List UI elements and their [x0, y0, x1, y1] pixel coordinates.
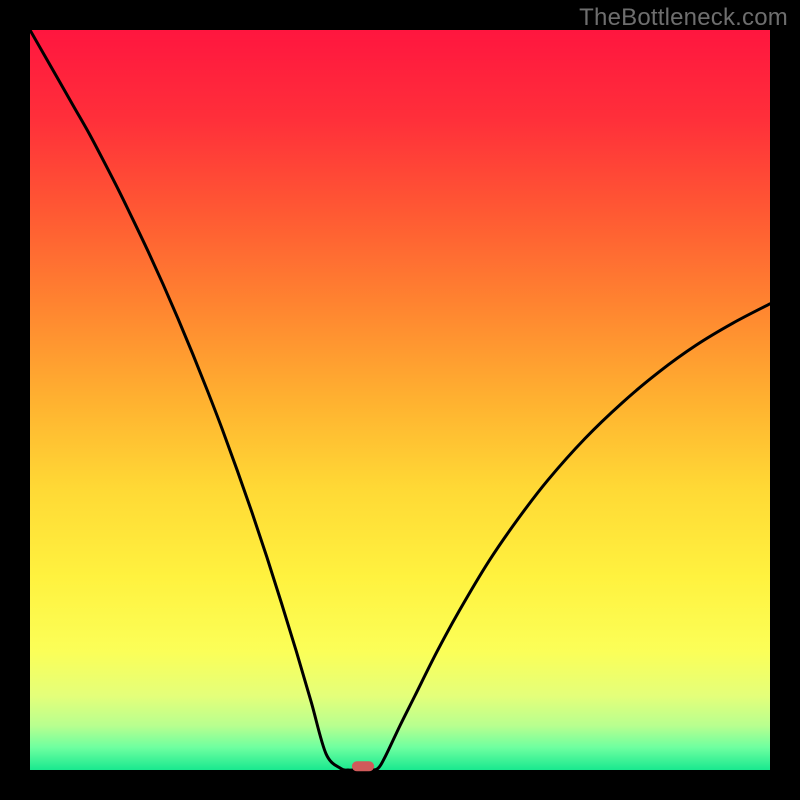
plot-background [30, 30, 770, 770]
chart-frame: TheBottleneck.com [0, 0, 800, 800]
bottleneck-chart [0, 0, 800, 800]
watermark-text: TheBottleneck.com [579, 4, 788, 32]
optimal-marker [352, 761, 374, 771]
